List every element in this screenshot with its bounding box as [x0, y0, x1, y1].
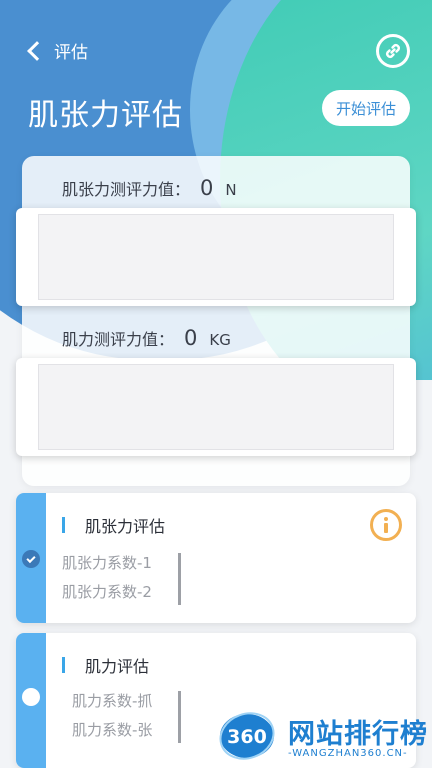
page-title: 肌张力评估 [28, 98, 183, 133]
tension-chart-panel [16, 208, 416, 306]
watermark-domain: -WANGZHAN360.CN- [288, 748, 408, 759]
strength-chart-area [38, 364, 394, 450]
top-bar: 评估 [0, 30, 432, 74]
eval-card-title: 肌力评估 [62, 653, 149, 677]
eval-card-title: 肌张力评估 [62, 513, 165, 537]
eval-title-text: 肌力评估 [85, 657, 150, 676]
coefficient-divider [178, 691, 181, 743]
title-bar [62, 657, 65, 673]
watermark-logo-text: 360 [227, 726, 267, 748]
chevron-left-icon [27, 41, 47, 61]
coefficient-list: 肌张力系数-1 肌张力系数-2 [62, 549, 152, 607]
back-button[interactable]: 评估 [27, 38, 88, 63]
unchecked-icon[interactable] [22, 688, 40, 706]
watermark-logo: 360 [219, 712, 275, 760]
strength-value: 0 [184, 326, 198, 350]
watermark: 360 网站排行榜 -WANGZHAN360.CN- [218, 704, 432, 768]
start-evaluation-button[interactable]: 开始评估 [322, 90, 410, 126]
link-icon [386, 44, 400, 58]
strength-label-text: 肌力测评力值： [62, 330, 175, 349]
coefficient-divider [178, 553, 181, 605]
coefficient-list: 肌力系数-抓 肌力系数-张 [72, 687, 152, 745]
title-bar [62, 517, 65, 533]
tension-label-text: 肌张力测评力值： [62, 180, 191, 199]
link-button[interactable] [376, 34, 410, 68]
tension-measure-label: 肌张力测评力值： 0 N [62, 176, 237, 200]
coefficient-item: 肌张力系数-2 [62, 583, 152, 601]
coefficient-item: 肌张力系数-1 [62, 554, 152, 572]
checked-icon[interactable] [22, 550, 40, 568]
eval-card-tension[interactable]: 肌张力评估 肌张力系数-1 肌张力系数-2 [16, 493, 416, 623]
strength-unit: KG [209, 331, 231, 349]
info-icon[interactable] [370, 509, 402, 541]
tension-unit: N [225, 181, 237, 199]
coefficient-item: 肌力系数-张 [72, 721, 153, 739]
strength-chart-panel [16, 358, 416, 456]
back-label: 评估 [54, 43, 88, 63]
strength-measure-label: 肌力测评力值： 0 KG [62, 326, 231, 350]
watermark-name: 网站排行榜 [288, 719, 428, 750]
tension-chart-area [38, 214, 394, 300]
coefficient-item: 肌力系数-抓 [72, 692, 153, 710]
info-glyph [384, 517, 388, 533]
eval-title-text: 肌张力评估 [85, 517, 166, 536]
tension-value: 0 [200, 176, 214, 200]
